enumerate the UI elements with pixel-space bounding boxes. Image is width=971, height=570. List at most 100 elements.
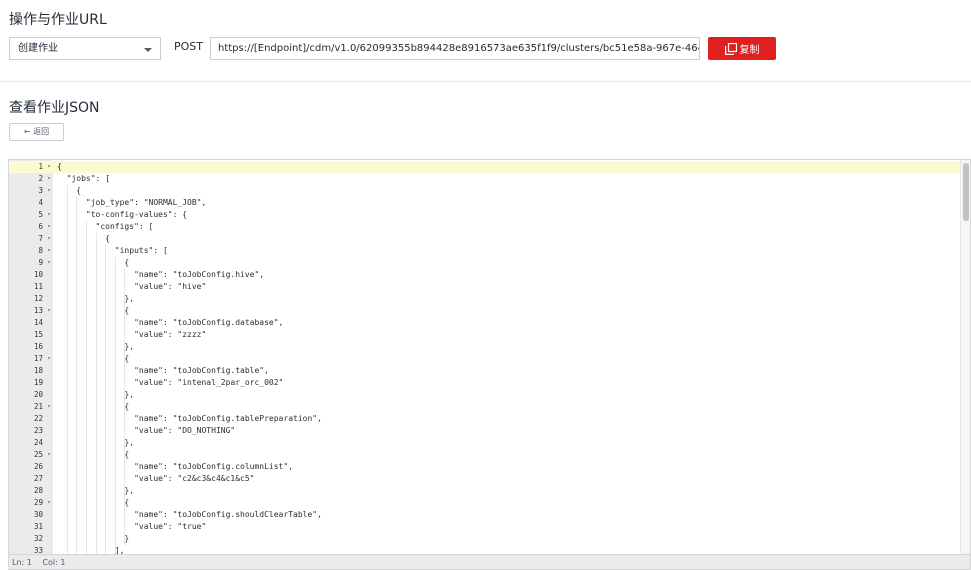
line-number: 19: [33, 378, 43, 387]
code-line[interactable]: 29 ▾ {: [9, 497, 961, 509]
code-line[interactable]: 2 ▾ "jobs": [: [9, 173, 961, 185]
code-text: },: [57, 486, 135, 495]
chevron-down-icon: [144, 48, 152, 52]
code-line[interactable]: 21 ▾ {: [9, 401, 961, 413]
line-number: 10: [33, 270, 43, 279]
code-text: }: [57, 534, 130, 543]
code-line[interactable]: 19 "value": "intenal_2par_orc_002": [9, 377, 961, 389]
code-text: },: [57, 342, 135, 351]
code-line[interactable]: 11 "value": "hive": [9, 281, 961, 293]
line-number: 8: [38, 246, 43, 255]
code-line[interactable]: 30 "name": "toJobConfig.shouldClearTable…: [9, 509, 961, 521]
code-line[interactable]: 13 ▾ {: [9, 305, 961, 317]
fold-toggle-icon[interactable]: ▾: [45, 209, 53, 221]
code-line[interactable]: 9 ▾ {: [9, 257, 961, 269]
fold-toggle-icon[interactable]: ▾: [45, 233, 53, 245]
code-text: },: [57, 438, 135, 447]
code-line[interactable]: 1 ▾ {: [9, 161, 961, 173]
code-text: "value": "DO_NOTHING": [57, 426, 236, 435]
code-line[interactable]: 10 "name": "toJobConfig.hive",: [9, 269, 961, 281]
copy-icon: [724, 42, 737, 55]
editor-statusbar: Ln: 1 Col: 1: [9, 554, 970, 569]
code-line[interactable]: 24 },: [9, 437, 961, 449]
code-line[interactable]: 14 "name": "toJobConfig.database",: [9, 317, 961, 329]
code-line[interactable]: 33 ],: [9, 545, 961, 554]
editor-code-area[interactable]: 1 ▾{2 ▾ "jobs": [3 ▾ {4 "job_type": "NORMAL…: [9, 160, 961, 554]
fold-toggle-icon[interactable]: ▾: [45, 185, 53, 197]
code-text: },: [57, 390, 135, 399]
code-line[interactable]: 16 },: [9, 341, 961, 353]
line-number: 33: [33, 546, 43, 554]
line-number: 11: [33, 282, 43, 291]
fold-toggle-icon[interactable]: ▾: [45, 173, 53, 185]
line-number: 27: [33, 474, 43, 483]
code-line[interactable]: 8 ▾ "inputs": [: [9, 245, 961, 257]
code-line[interactable]: 15 "value": "zzzz": [9, 329, 961, 341]
line-number: 1: [38, 162, 43, 171]
code-line[interactable]: 20 },: [9, 389, 961, 401]
line-number: 22: [33, 414, 43, 423]
cursor-col: Col: 1: [42, 558, 66, 567]
code-text: "value": "intenal_2par_orc_002": [57, 378, 284, 387]
url-field[interactable]: https://[Endpoint]/cdm/v1.0/62099355b894…: [210, 37, 700, 60]
code-text: "name": "toJobConfig.tablePreparation",: [57, 414, 322, 423]
code-line[interactable]: 4 "job_type": "NORMAL_JOB",: [9, 197, 961, 209]
back-button[interactable]: ← 返回: [9, 123, 64, 141]
code-text: "name": "toJobConfig.hive",: [57, 270, 265, 279]
fold-toggle-icon[interactable]: ▾: [45, 401, 53, 413]
fold-toggle-icon[interactable]: ▾: [45, 353, 53, 365]
line-number: 6: [38, 222, 43, 231]
code-line[interactable]: 25 ▾ {: [9, 449, 961, 461]
code-line[interactable]: 7 ▾ {: [9, 233, 961, 245]
fold-toggle-icon[interactable]: ▾: [45, 449, 53, 461]
scrollbar-thumb[interactable]: [963, 163, 969, 221]
line-number: 5: [38, 210, 43, 219]
code-line[interactable]: 5 ▾ "to-config-values": {: [9, 209, 961, 221]
code-text: "value": "c2&c3&c4&c1&c5": [57, 474, 255, 483]
code-text: },: [57, 294, 135, 303]
code-line[interactable]: 27 "value": "c2&c3&c4&c1&c5": [9, 473, 961, 485]
section-divider: [0, 81, 971, 82]
fold-toggle-icon[interactable]: ▾: [45, 257, 53, 269]
code-line[interactable]: 31 "value": "true": [9, 521, 961, 533]
code-text: {: [57, 498, 130, 507]
line-number: 15: [33, 330, 43, 339]
code-line[interactable]: 26 "name": "toJobConfig.columnList",: [9, 461, 961, 473]
http-method-label: POST: [174, 40, 203, 53]
code-line[interactable]: 12 },: [9, 293, 961, 305]
code-line[interactable]: 17 ▾ {: [9, 353, 961, 365]
code-text: "name": "toJobConfig.columnList",: [57, 462, 294, 471]
json-editor[interactable]: 1 ▾{2 ▾ "jobs": [3 ▾ {4 "job_type": "NORMAL…: [8, 159, 971, 570]
code-line[interactable]: 6 ▾ "configs": [: [9, 221, 961, 233]
fold-toggle-icon[interactable]: ▾: [45, 497, 53, 509]
line-number: 2: [38, 174, 43, 183]
code-line[interactable]: 18 "name": "toJobConfig.table",: [9, 365, 961, 377]
line-number: 29: [33, 498, 43, 507]
section-title-url: 操作与作业URL: [9, 12, 107, 28]
line-number: 32: [33, 534, 43, 543]
code-text: {: [57, 402, 130, 411]
code-line[interactable]: 23 "value": "DO_NOTHING": [9, 425, 961, 437]
operation-select[interactable]: 创建作业: [9, 37, 161, 60]
line-number: 7: [38, 234, 43, 243]
code-line[interactable]: 3 ▾ {: [9, 185, 961, 197]
fold-toggle-icon[interactable]: ▾: [45, 305, 53, 317]
code-text: {: [57, 354, 130, 363]
code-text: "inputs": [: [57, 246, 168, 255]
editor-scrollbar[interactable]: [960, 160, 970, 554]
fold-toggle-icon[interactable]: ▾: [45, 161, 53, 173]
code-text: {: [57, 306, 130, 315]
copy-button[interactable]: 复制: [708, 37, 776, 60]
code-line[interactable]: 28 },: [9, 485, 961, 497]
code-line[interactable]: 22 "name": "toJobConfig.tablePreparation…: [9, 413, 961, 425]
line-number: 3: [38, 186, 43, 195]
code-text: {: [57, 234, 110, 243]
code-line[interactable]: 32 }: [9, 533, 961, 545]
code-text: "value": "true": [57, 522, 207, 531]
code-text: "name": "toJobConfig.database",: [57, 318, 284, 327]
fold-toggle-icon[interactable]: ▾: [45, 221, 53, 233]
line-number: 21: [33, 402, 43, 411]
code-text: "to-config-values": {: [57, 210, 188, 219]
fold-toggle-icon[interactable]: ▾: [45, 245, 53, 257]
line-number: 13: [33, 306, 43, 315]
